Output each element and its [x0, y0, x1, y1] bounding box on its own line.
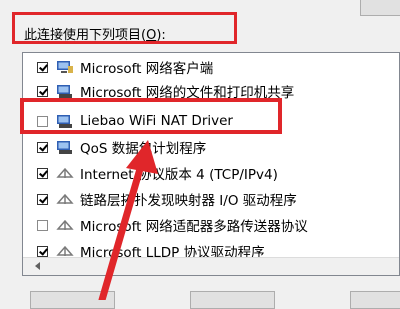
qos-scheduler-icon	[56, 139, 74, 155]
list-item[interactable]: 链路层拓扑发现映射器 I/O 驱动程序	[23, 187, 297, 211]
list-item[interactable]: Internet 协议版本 4 (TCP/IPv4)	[23, 161, 278, 185]
label-highlight-box	[12, 12, 237, 44]
item-checkbox[interactable]	[37, 193, 48, 205]
uninstall-button[interactable]	[190, 291, 275, 309]
properties-button[interactable]	[350, 291, 400, 309]
file-printer-sharing-icon	[56, 83, 74, 99]
list-item[interactable]: Microsoft 网络客户端	[23, 55, 213, 79]
item-checkbox[interactable]	[37, 219, 48, 231]
item-checkbox[interactable]	[37, 167, 48, 179]
protocol-icon	[56, 165, 74, 181]
item-checkbox[interactable]	[37, 245, 48, 257]
row-highlight-box	[20, 98, 282, 134]
list-item[interactable]: Microsoft 网络适配器多路传送器协议	[23, 213, 308, 237]
list-item[interactable]: QoS 数据包计划程序	[23, 135, 206, 159]
protocol-icon	[56, 217, 74, 233]
item-checkbox[interactable]	[37, 61, 48, 73]
protocol-icon	[56, 191, 74, 207]
network-client-icon	[56, 59, 74, 75]
horizontal-scrollbar[interactable]	[23, 257, 399, 275]
item-checkbox[interactable]	[37, 85, 48, 97]
items-list[interactable]: Microsoft 网络客户端 Microsoft 网络的文件和打印机共享 Li…	[22, 52, 400, 276]
item-checkbox[interactable]	[37, 141, 48, 153]
install-button[interactable]	[30, 291, 115, 309]
properties-top-button[interactable]	[360, 0, 400, 16]
scroll-left-arrow-icon[interactable]	[35, 262, 40, 270]
